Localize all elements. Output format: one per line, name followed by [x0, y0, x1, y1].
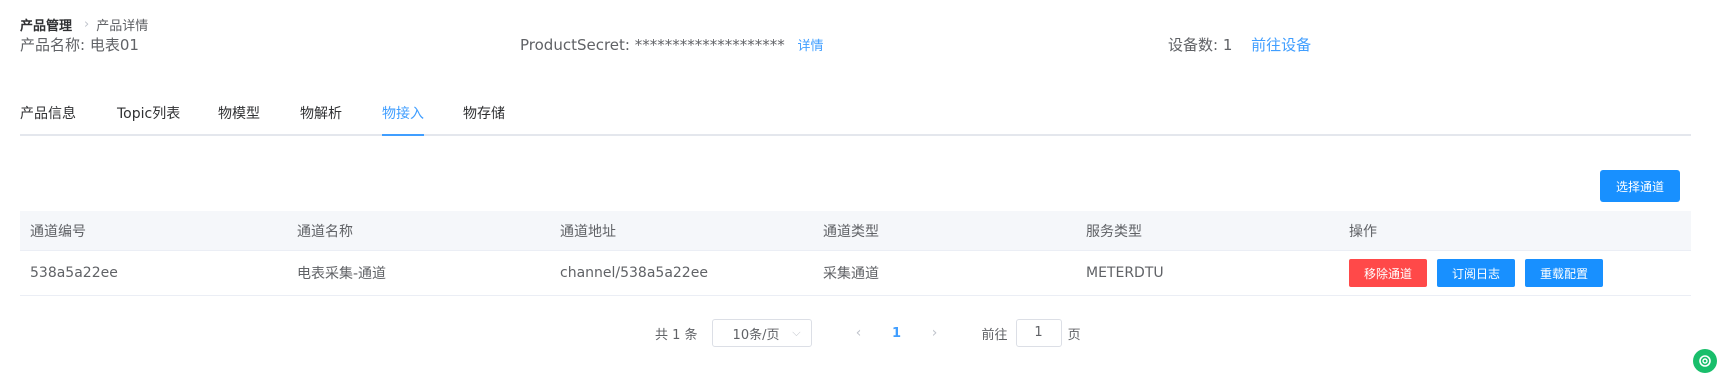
reload-config-button[interactable]: 重载配置 — [1525, 259, 1604, 287]
product-secret-label: ProductSecret: ******************** — [520, 36, 785, 54]
channel-address-cell: channel/538a5a22ee — [560, 265, 708, 281]
column-header: 通道类型 — [823, 223, 879, 240]
column-header: 操作 — [1349, 223, 1377, 240]
device-count-label: 设备数: 1 — [1168, 36, 1233, 54]
product-secret: ProductSecret: ******************** 详情 — [520, 34, 824, 56]
chevron-right-icon: › — [931, 325, 938, 341]
pagination: 共 1 条 10条/页 ⌵ ‹ 1 › 前往 1 页 — [655, 318, 1081, 348]
page-size-value: 10条/页 — [732, 327, 780, 343]
jump-page-input[interactable]: 1 — [1015, 319, 1062, 347]
chevron-down-icon: ⌵ — [792, 326, 801, 339]
channel-table: 通道编号 通道名称 通道地址 通道类型 服务类型 操作 538a5a22ee 电… — [20, 211, 1691, 296]
breadcrumb-current: 产品详情 — [96, 18, 149, 34]
tab-thing-model[interactable]: 物模型 — [218, 104, 260, 134]
tab-thing-parse[interactable]: 物解析 — [300, 104, 342, 134]
go-devices-link[interactable]: 前往设备 — [1251, 36, 1311, 54]
column-header: 通道地址 — [560, 223, 616, 240]
column-header: 通道编号 — [30, 223, 86, 240]
subscribe-log-button[interactable]: 订阅日志 — [1437, 259, 1516, 287]
jump-label: 前往 — [981, 327, 1008, 343]
pagination-total: 共 1 条 — [655, 327, 698, 343]
support-icon[interactable] — [1693, 349, 1717, 373]
channel-id-cell: 538a5a22ee — [30, 265, 118, 281]
tab-thing-access[interactable]: 物接入 — [382, 104, 424, 136]
page-number-current[interactable]: 1 — [882, 326, 912, 341]
column-header: 服务类型 — [1086, 223, 1142, 240]
channel-name-cell: 电表采集-通道 — [297, 266, 387, 282]
row-actions: 移除通道 订阅日志 重载配置 — [1349, 259, 1604, 287]
page-size-select[interactable]: 10条/页 ⌵ — [711, 319, 812, 347]
tab-product-info[interactable]: 产品信息 — [20, 104, 76, 134]
device-count: 设备数: 1 前往设备 — [1168, 34, 1311, 56]
remove-channel-button[interactable]: 移除通道 — [1349, 259, 1428, 287]
secret-detail-link[interactable]: 详情 — [798, 39, 824, 54]
column-header: 通道名称 — [297, 223, 353, 240]
product-name: 产品名称: 电表01 — [20, 34, 139, 56]
chevron-right-icon: › — [84, 16, 90, 32]
product-name-label: 产品名称: 电表01 — [20, 36, 139, 54]
chevron-left-icon: ‹ — [855, 325, 862, 341]
support-icon-glyph — [1699, 355, 1711, 367]
table-row: 538a5a22ee 电表采集-通道 channel/538a5a22ee 采集… — [20, 251, 1691, 296]
breadcrumb-root[interactable]: 产品管理 — [20, 15, 72, 34]
breadcrumb: 产品管理 › 产品详情 — [20, 14, 148, 34]
prev-page-button[interactable]: ‹ — [844, 325, 874, 341]
page-root: 产品管理 › 产品详情 产品名称: 电表01 ProductSecret: **… — [0, 0, 1719, 379]
tab-bar: 产品信息 Topic列表 物模型 物解析 物接入 物存储 — [20, 104, 1691, 136]
next-page-button[interactable]: › — [920, 325, 950, 341]
tab-thing-storage[interactable]: 物存储 — [463, 104, 505, 134]
service-type-cell: METERDTU — [1086, 265, 1164, 281]
channel-type-cell: 采集通道 — [823, 266, 879, 282]
jump-suffix: 页 — [1067, 327, 1081, 343]
table-header: 通道编号 通道名称 通道地址 通道类型 服务类型 操作 — [20, 211, 1691, 251]
select-channel-button[interactable]: 选择通道 — [1600, 170, 1680, 202]
tab-topic-list[interactable]: Topic列表 — [117, 104, 180, 134]
